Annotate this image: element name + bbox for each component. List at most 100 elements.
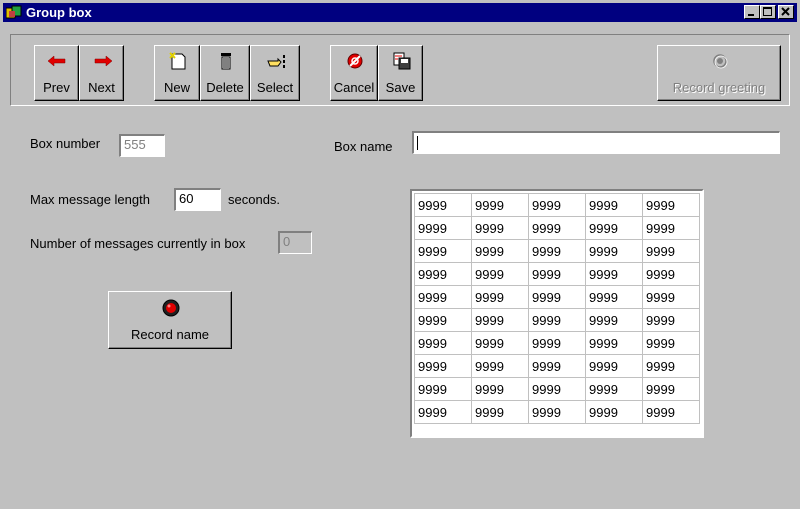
grid-cell[interactable]: 9999 [471,400,529,424]
window-title: Group box [26,5,92,20]
table-row: 9999 9999 9999 9999 9999 [414,285,700,309]
grid-cell[interactable]: 9999 [414,239,472,263]
save-icon [379,52,422,70]
grid-cell[interactable]: 9999 [585,262,643,286]
grid-cell[interactable]: 9999 [642,308,700,332]
cancel-button[interactable]: Cancel [330,45,378,101]
delete-button[interactable]: Delete [200,45,250,101]
save-label: Save [385,80,416,95]
group-box-window: Group box Prev Next New Delete Select Ca… [0,0,800,509]
table-row: 9999 9999 9999 9999 9999 [414,354,700,378]
select-label: Select [256,80,294,95]
grid-cell[interactable]: 9999 [528,285,586,309]
arrow-right-icon [80,52,123,70]
grid-cell[interactable]: 9999 [414,308,472,332]
text-cursor [417,135,418,150]
arrow-left-icon [35,52,78,70]
grid-cell[interactable]: 9999 [528,216,586,240]
grid-cell[interactable]: 9999 [585,239,643,263]
grid-cell[interactable]: 9999 [528,400,586,424]
box-name-input[interactable] [412,131,780,154]
grid-cell[interactable]: 9999 [585,354,643,378]
num-messages-field: 0 [278,231,312,254]
grid-cell[interactable]: 9999 [642,331,700,355]
minimize-button[interactable] [744,5,760,19]
record-greeting-button[interactable]: Record greeting [657,45,781,101]
grid-cell[interactable]: 9999 [414,285,472,309]
max-length-label: Max message length [30,192,150,207]
cancel-label: Cancel [333,80,375,95]
grid-cell[interactable]: 9999 [642,262,700,286]
prev-button[interactable]: Prev [34,45,79,101]
delete-label: Delete [206,80,244,95]
grid-cell[interactable]: 9999 [471,285,529,309]
select-button[interactable]: Select [250,45,300,101]
grid-cell[interactable]: 9999 [528,262,586,286]
new-document-icon [155,52,199,70]
grid-cell[interactable]: 9999 [642,400,700,424]
grid-cell[interactable]: 9999 [528,331,586,355]
record-name-label: Record name [130,327,210,342]
grid-cell[interactable]: 9999 [414,216,472,240]
new-button[interactable]: New [154,45,200,101]
grid-cell[interactable]: 9999 [471,331,529,355]
table-row: 9999 9999 9999 9999 9999 [414,239,700,263]
grid-cell[interactable]: 9999 [471,354,529,378]
max-length-input[interactable]: 60 [174,188,221,211]
grid-cell[interactable]: 9999 [414,262,472,286]
box-name-label: Box name [334,139,393,154]
table-row: 9999 9999 9999 9999 9999 [414,331,700,355]
grid-cell[interactable]: 9999 [471,262,529,286]
grid-cell[interactable]: 9999 [585,308,643,332]
table-row: 9999 9999 9999 9999 9999 [414,262,700,286]
new-label: New [163,80,190,95]
grid-cell[interactable]: 9999 [471,216,529,240]
grid-cell[interactable]: 9999 [471,193,529,217]
title-bar: Group box [3,3,797,22]
grid-cell[interactable]: 9999 [585,331,643,355]
grid-cell[interactable]: 9999 [414,193,472,217]
seconds-label: seconds. [228,192,281,207]
prev-label: Prev [43,80,70,95]
table-row: 9999 9999 9999 9999 9999 [414,308,700,332]
grid-cell[interactable]: 9999 [642,216,700,240]
close-button[interactable] [778,5,794,19]
grid-cell[interactable]: 9999 [642,193,700,217]
grid-cell[interactable]: 9999 [528,354,586,378]
grid-cell[interactable]: 9999 [471,308,529,332]
grid-cell[interactable]: 9999 [585,193,643,217]
grid-cell[interactable]: 9999 [414,354,472,378]
grid-cell[interactable]: 9999 [585,400,643,424]
table-row: 9999 9999 9999 9999 9999 [414,377,700,401]
record-name-button[interactable]: Record name [108,291,232,349]
grid-cell[interactable]: 9999 [414,331,472,355]
grid-cell[interactable]: 9999 [528,308,586,332]
box-number-label: Box number [30,136,101,151]
next-label: Next [88,80,115,95]
num-messages-label: Number of messages currently in box [30,236,246,251]
grid-cell[interactable]: 9999 [642,377,700,401]
grid-cell[interactable]: 9999 [414,400,472,424]
data-grid[interactable]: 9999 9999 9999 9999 9999 9999 9999 9999 9999 9999… [410,189,704,438]
grid-cell[interactable]: 9999 [642,354,700,378]
next-button[interactable]: Next [79,45,124,101]
record-greeting-label: Record greeting [672,80,766,95]
grid-cell[interactable]: 9999 [528,239,586,263]
grid-cell[interactable]: 9999 [642,285,700,309]
table-row: 9999 9999 9999 9999 9999 [414,216,700,240]
grid-cell[interactable]: 9999 [528,193,586,217]
pointing-hand-icon [251,52,299,70]
maximize-button[interactable] [760,5,776,19]
grid-cell[interactable]: 9999 [471,377,529,401]
record-icon [161,298,181,321]
grid-cell[interactable]: 9999 [585,216,643,240]
box-number-field[interactable]: 555 [119,134,165,157]
grid-cell[interactable]: 9999 [471,239,529,263]
grid-cell[interactable]: 9999 [585,377,643,401]
save-button[interactable]: Save [378,45,423,101]
grid-cell[interactable]: 9999 [642,239,700,263]
grid-cell[interactable]: 9999 [585,285,643,309]
grid-cell[interactable]: 9999 [528,377,586,401]
grid-cell[interactable]: 9999 [414,377,472,401]
grid-table: 9999 9999 9999 9999 9999 9999 9999 9999 9999 9999… [414,193,700,424]
